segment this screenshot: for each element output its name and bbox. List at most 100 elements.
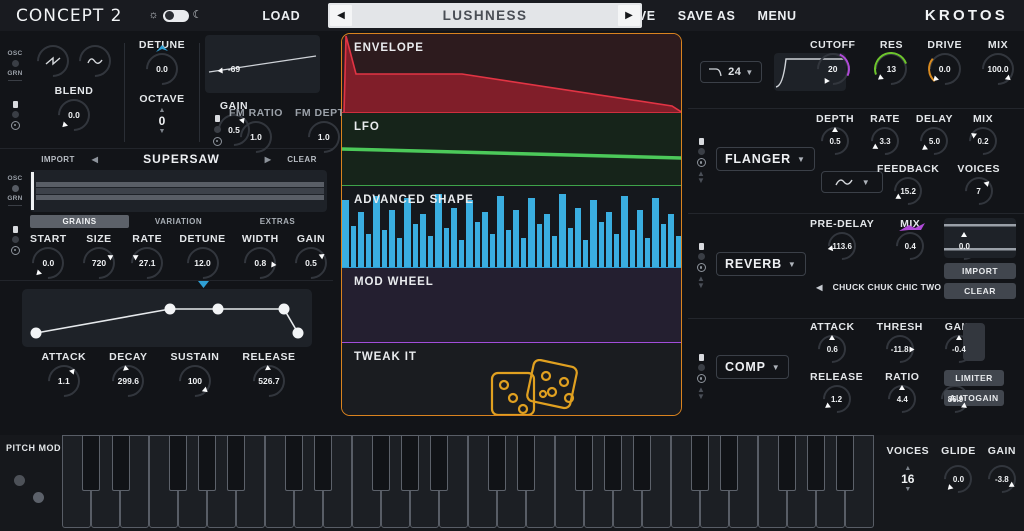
black-key[interactable] [227, 435, 245, 491]
grain-waveform-display[interactable] [30, 170, 327, 212]
fm-power-icon[interactable] [215, 115, 220, 122]
filter-slope-select[interactable]: 24 ▼ [700, 61, 762, 83]
grain-width-knob[interactable]: 0.8 [244, 247, 276, 279]
voices-down-arrow[interactable]: ▼ [904, 486, 911, 493]
pitch-wheel[interactable] [14, 475, 25, 486]
adsr-sustain-knob[interactable]: 100 [179, 365, 211, 397]
comp-rail[interactable]: ▲▼ [690, 319, 712, 435]
grain-tab-variation[interactable]: VARIATION [129, 215, 228, 228]
black-key[interactable] [691, 435, 709, 491]
adsr-attack-knob[interactable]: 1.1 [48, 365, 80, 397]
flanger-mix-knob[interactable]: 0.2 [969, 127, 997, 155]
voices-up-arrow[interactable]: ▲ [904, 465, 911, 472]
comp-ratio-knob[interactable]: 4.4 [888, 385, 916, 413]
filter-drive-knob[interactable]: 0.0 [929, 53, 961, 85]
comp-power-icon[interactable] [699, 354, 704, 361]
black-key[interactable] [372, 435, 390, 491]
grn-gear-icon[interactable] [11, 246, 20, 255]
black-key[interactable] [517, 435, 535, 491]
preset-browser[interactable]: ◀ LUSHNESS ▶ [328, 3, 642, 28]
black-key[interactable] [778, 435, 796, 491]
black-key[interactable] [604, 435, 622, 491]
black-key[interactable] [430, 435, 448, 491]
osc-power-icon[interactable] [13, 101, 18, 108]
blend-knob[interactable]: 0.0 [58, 99, 90, 131]
black-key[interactable] [314, 435, 332, 491]
grn-toggle-dot[interactable] [12, 185, 19, 192]
reverb-reorder-handle[interactable]: ▲▼ [697, 275, 705, 289]
piano-keys[interactable] [62, 435, 896, 531]
black-key[interactable] [720, 435, 738, 491]
flanger-reorder-handle[interactable]: ▲▼ [697, 170, 705, 184]
flanger-power-icon[interactable] [699, 138, 704, 145]
sample-name[interactable]: SUPERSAW [104, 152, 259, 166]
lane-advanced-shape[interactable]: ADVANCED SHAPE [342, 186, 681, 268]
filter-res-knob[interactable]: 13 [875, 53, 907, 85]
granular-rail[interactable]: OSC GRN [4, 149, 26, 280]
preset-prev-button[interactable]: ◀ [330, 5, 352, 26]
adsr-release-knob[interactable]: 526.7 [253, 365, 285, 397]
limiter-button[interactable]: LIMITER [944, 370, 1004, 386]
black-key[interactable] [169, 435, 187, 491]
reverb-ir-prev-button[interactable]: ◀ [816, 283, 822, 292]
sample-clear-button[interactable]: CLEAR [277, 155, 327, 164]
filter-cutoff-knob[interactable]: 20 [817, 53, 849, 85]
comp-attack-knob[interactable]: 0.6 [818, 335, 846, 363]
grain-tab-grains[interactable]: GRAINS [30, 215, 129, 228]
black-key[interactable] [836, 435, 854, 491]
black-key[interactable] [401, 435, 419, 491]
octave-down-arrow[interactable]: ▼ [159, 128, 166, 135]
comp-gear-icon[interactable] [697, 374, 706, 383]
grain-tab-extras[interactable]: EXTRAS [228, 215, 327, 228]
detune-knob[interactable]: 0.0 [146, 53, 178, 85]
filter-mix-knob[interactable]: 100.0 [982, 53, 1014, 85]
black-key[interactable] [112, 435, 130, 491]
theme-switch-track[interactable] [163, 10, 189, 22]
reverb-ir-browser[interactable]: ◀ CHUCK CHUK CHIC TWO ▶ [808, 276, 966, 298]
mod-wheel[interactable] [33, 492, 44, 503]
octave-stepper[interactable]: ▲ 0 ▼ [159, 107, 166, 135]
adsr-graph[interactable] [22, 289, 312, 347]
lane-tweak-it[interactable]: TWEAK IT [342, 343, 681, 415]
theme-toggle[interactable]: ☼ ☾ [148, 10, 202, 22]
dice-icon[interactable] [490, 359, 586, 415]
master-gain-knob[interactable]: -3.8 [988, 465, 1016, 493]
menu-button[interactable]: MENU [757, 9, 796, 23]
adsr-decay-knob[interactable]: 299.6 [112, 365, 144, 397]
black-key[interactable] [633, 435, 651, 491]
flanger-rate-knob[interactable]: 3.3 [871, 127, 899, 155]
comp-release-knob[interactable]: 1.2 [823, 385, 851, 413]
flanger-voices-knob[interactable]: 7 [965, 177, 993, 205]
fm-gear-icon[interactable] [213, 137, 222, 146]
reverb-gear-icon[interactable] [697, 263, 706, 272]
reverb-clear-button[interactable]: CLEAR [944, 283, 1016, 299]
reverb-predelay-knob[interactable]: 113.6 [828, 232, 856, 260]
osc-wave-sine-button[interactable] [79, 45, 111, 77]
reverb-import-button[interactable]: IMPORT [944, 263, 1016, 279]
grain-gain-knob[interactable]: 0.5 [295, 247, 327, 279]
flanger-gear-icon[interactable] [697, 158, 706, 167]
flanger-select[interactable]: FLANGER ▼ [716, 147, 815, 171]
black-key[interactable] [807, 435, 825, 491]
osc-gear-icon[interactable] [11, 121, 20, 130]
sample-next-button[interactable]: ▶ [259, 155, 277, 164]
grn-power-icon[interactable] [13, 226, 18, 233]
comp-select[interactable]: COMP ▼ [716, 355, 789, 379]
save-as-button[interactable]: SAVE AS [678, 9, 736, 23]
flanger-feedback-knob[interactable]: 15.2 [894, 177, 922, 205]
black-key[interactable] [198, 435, 216, 491]
black-key[interactable] [575, 435, 593, 491]
black-key[interactable] [285, 435, 303, 491]
osc-wave-saw-button[interactable] [37, 45, 69, 77]
osc-toggle-dot[interactable] [12, 60, 19, 67]
octave-up-arrow[interactable]: ▲ [159, 107, 166, 114]
grain-start-knob[interactable]: 0.0 [32, 247, 64, 279]
flanger-delay-knob[interactable]: 5.0 [920, 127, 948, 155]
load-button[interactable]: LOAD [262, 9, 300, 23]
grain-detune-knob[interactable]: 12.0 [187, 247, 219, 279]
glide-knob[interactable]: 0.0 [944, 465, 972, 493]
grain-rate-knob[interactable]: 27.1 [131, 247, 163, 279]
comp-thresh-knob[interactable]: -11.8 [886, 335, 914, 363]
voices-stepper[interactable]: ▲ 16 ▼ [901, 465, 914, 493]
black-key[interactable] [488, 435, 506, 491]
